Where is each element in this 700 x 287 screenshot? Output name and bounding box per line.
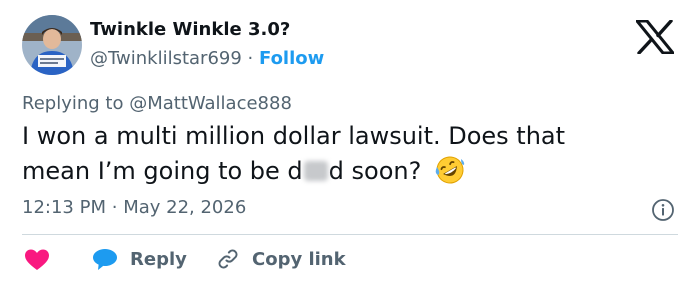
user-handle[interactable]: @Twinklilstar699 [90, 48, 242, 69]
tweet-time: 12:13 PM [22, 197, 106, 218]
tweet-date: May 22, 2026 [123, 197, 247, 218]
tweet-author: Twinkle Winkle 3.0? @Twinklilstar699 · F… [90, 18, 324, 71]
tweet-text: I won a multi million dollar lawsuit. Do… [22, 119, 662, 189]
tweet-text-line-2: mean I’m going to be d d soon? [22, 154, 662, 189]
display-name[interactable]: Twinkle Winkle 3.0? [90, 18, 324, 42]
reply-button[interactable]: Reply [92, 247, 187, 271]
tweet-text-line-1: I won a multi million dollar lawsuit. Do… [22, 122, 566, 150]
follow-button[interactable]: Follow [259, 48, 324, 69]
reply-label: Reply [130, 248, 187, 270]
tweet-timestamp[interactable]: 12:13 PM · May 22, 2026 [22, 197, 246, 218]
replying-to: Replying to @MattWallace888 [22, 93, 292, 114]
info-icon[interactable] [651, 198, 675, 222]
tweet-text-after-censor: d soon? [328, 157, 422, 185]
handle-separator: · [247, 48, 254, 69]
avatar[interactable] [22, 15, 82, 75]
avatar-image [22, 15, 82, 75]
copy-link-label: Copy link [252, 248, 346, 270]
divider [22, 234, 678, 235]
replying-to-mention[interactable]: @MattWallace888 [129, 93, 292, 114]
copy-link-button[interactable]: Copy link [216, 247, 346, 271]
replying-to-prefix: Replying to [22, 93, 130, 114]
handle-row: @Twinklilstar699 · Follow [90, 47, 324, 71]
speech-bubble-icon [93, 249, 117, 270]
link-icon [218, 249, 238, 269]
like-button[interactable] [24, 248, 50, 272]
censored-word-blur [303, 161, 328, 181]
rolling-on-floor-laughing-emoji [435, 156, 465, 184]
timestamp-separator: · [111, 197, 118, 218]
heart-icon [25, 249, 49, 270]
tweet-text-before-censor: mean I’m going to be d [22, 157, 303, 185]
x-logo-icon[interactable] [636, 20, 674, 54]
